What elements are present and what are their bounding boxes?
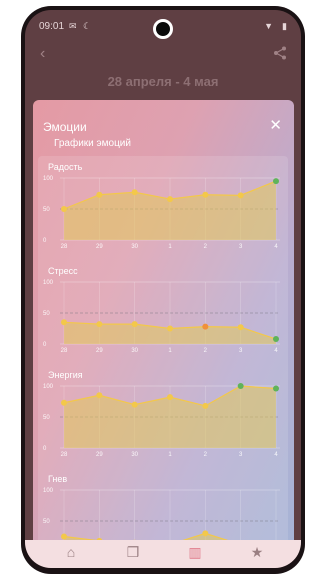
y-tick-label: 0 [43,238,47,244]
y-tick-label: 100 [43,280,54,286]
share-icon[interactable] [273,46,287,60]
y-tick-label: 50 [43,207,50,213]
bottom-nav: ⌂ ❒ ▥ ★ [25,540,301,568]
emotions-sheet: Эмоции ✕ Графики эмоций Радость 100 50 0 28 2… [33,100,294,550]
home-icon[interactable]: ⌂ [61,544,81,564]
data-point [273,385,279,392]
data-point [237,324,244,331]
x-tick-label: 2 [204,244,208,250]
data-point [131,401,138,408]
screen: 09:01 ✉ ☾ ▼ ▮ ‹ 28 апреля - 4 мая Эмоции… [25,10,301,568]
data-point [202,402,209,409]
x-tick-label: 2 [204,452,208,458]
data-point [167,325,173,332]
y-tick-label: 50 [43,519,50,525]
x-tick-label: 4 [274,348,278,354]
x-tick-label: 3 [239,452,243,458]
data-point [96,321,103,328]
x-tick-label: 2 [204,348,208,354]
data-point [202,323,209,330]
x-tick-label: 1 [168,452,172,458]
x-tick-label: 29 [96,452,103,458]
x-tick-label: 1 [168,348,172,354]
x-tick-label: 29 [96,244,103,250]
star-icon[interactable]: ★ [247,544,267,564]
chart-icon[interactable]: ▥ [185,544,205,564]
wifi-icon: ▼ [264,21,273,31]
x-tick-label: 30 [131,452,138,458]
book-icon[interactable]: ❒ [123,544,143,564]
data-point [167,196,173,203]
date-range-title: 28 апреля - 4 мая [107,74,219,89]
data-point [96,191,103,198]
y-tick-label: 100 [43,384,54,390]
y-tick-label: 50 [43,415,50,421]
close-icon[interactable]: ✕ [269,116,282,134]
x-tick-label: 28 [61,244,68,250]
data-point [202,530,209,537]
camera-cutout [153,19,173,39]
chart-1: 100 50 0 28 29 30 1 2 3 4 [43,280,280,354]
data-point [237,192,244,199]
data-point [131,321,138,328]
x-tick-label: 28 [61,348,68,354]
data-point [96,392,103,399]
y-tick-label: 100 [43,176,54,182]
x-tick-label: 4 [274,244,278,250]
data-point [237,383,244,389]
data-point [167,394,173,401]
chart-0: 100 50 0 28 29 30 1 2 3 4 [43,176,280,250]
mail-icon: ✉ [69,21,77,31]
notification-icon: ☾ [83,21,92,31]
data-point [61,533,67,540]
x-tick-label: 30 [131,244,138,250]
x-tick-label: 1 [168,244,172,250]
data-point [202,191,209,198]
x-tick-label: 28 [61,452,68,458]
x-tick-label: 3 [239,348,243,354]
battery-icon: ▮ [282,21,287,31]
data-point [131,189,138,196]
x-tick-label: 3 [239,244,243,250]
charts-panel: Радость 100 50 0 28 29 30 1 2 3 4 Стресс 100 50 0 28 29 3… [38,156,288,550]
data-point [61,399,67,406]
y-tick-label: 50 [43,311,50,317]
back-button[interactable]: ‹ [40,45,45,63]
status-time: 09:01 [39,21,65,32]
phone-frame: 09:01 ✉ ☾ ▼ ▮ ‹ 28 апреля - 4 мая Эмоции… [21,6,305,574]
x-tick-label: 30 [131,348,138,354]
data-point [273,336,279,343]
chart-2: 100 50 0 28 29 30 1 2 3 4 [43,383,280,458]
y-tick-label: 0 [43,446,47,452]
x-tick-label: 29 [96,348,103,354]
data-point [61,206,67,212]
data-point [61,319,67,326]
sheet-subtitle: Графики эмоций [54,138,131,149]
data-point [273,178,279,185]
y-tick-label: 0 [43,342,47,348]
y-tick-label: 100 [43,488,54,494]
x-tick-label: 4 [274,452,278,458]
sheet-title: Эмоции [43,120,87,134]
